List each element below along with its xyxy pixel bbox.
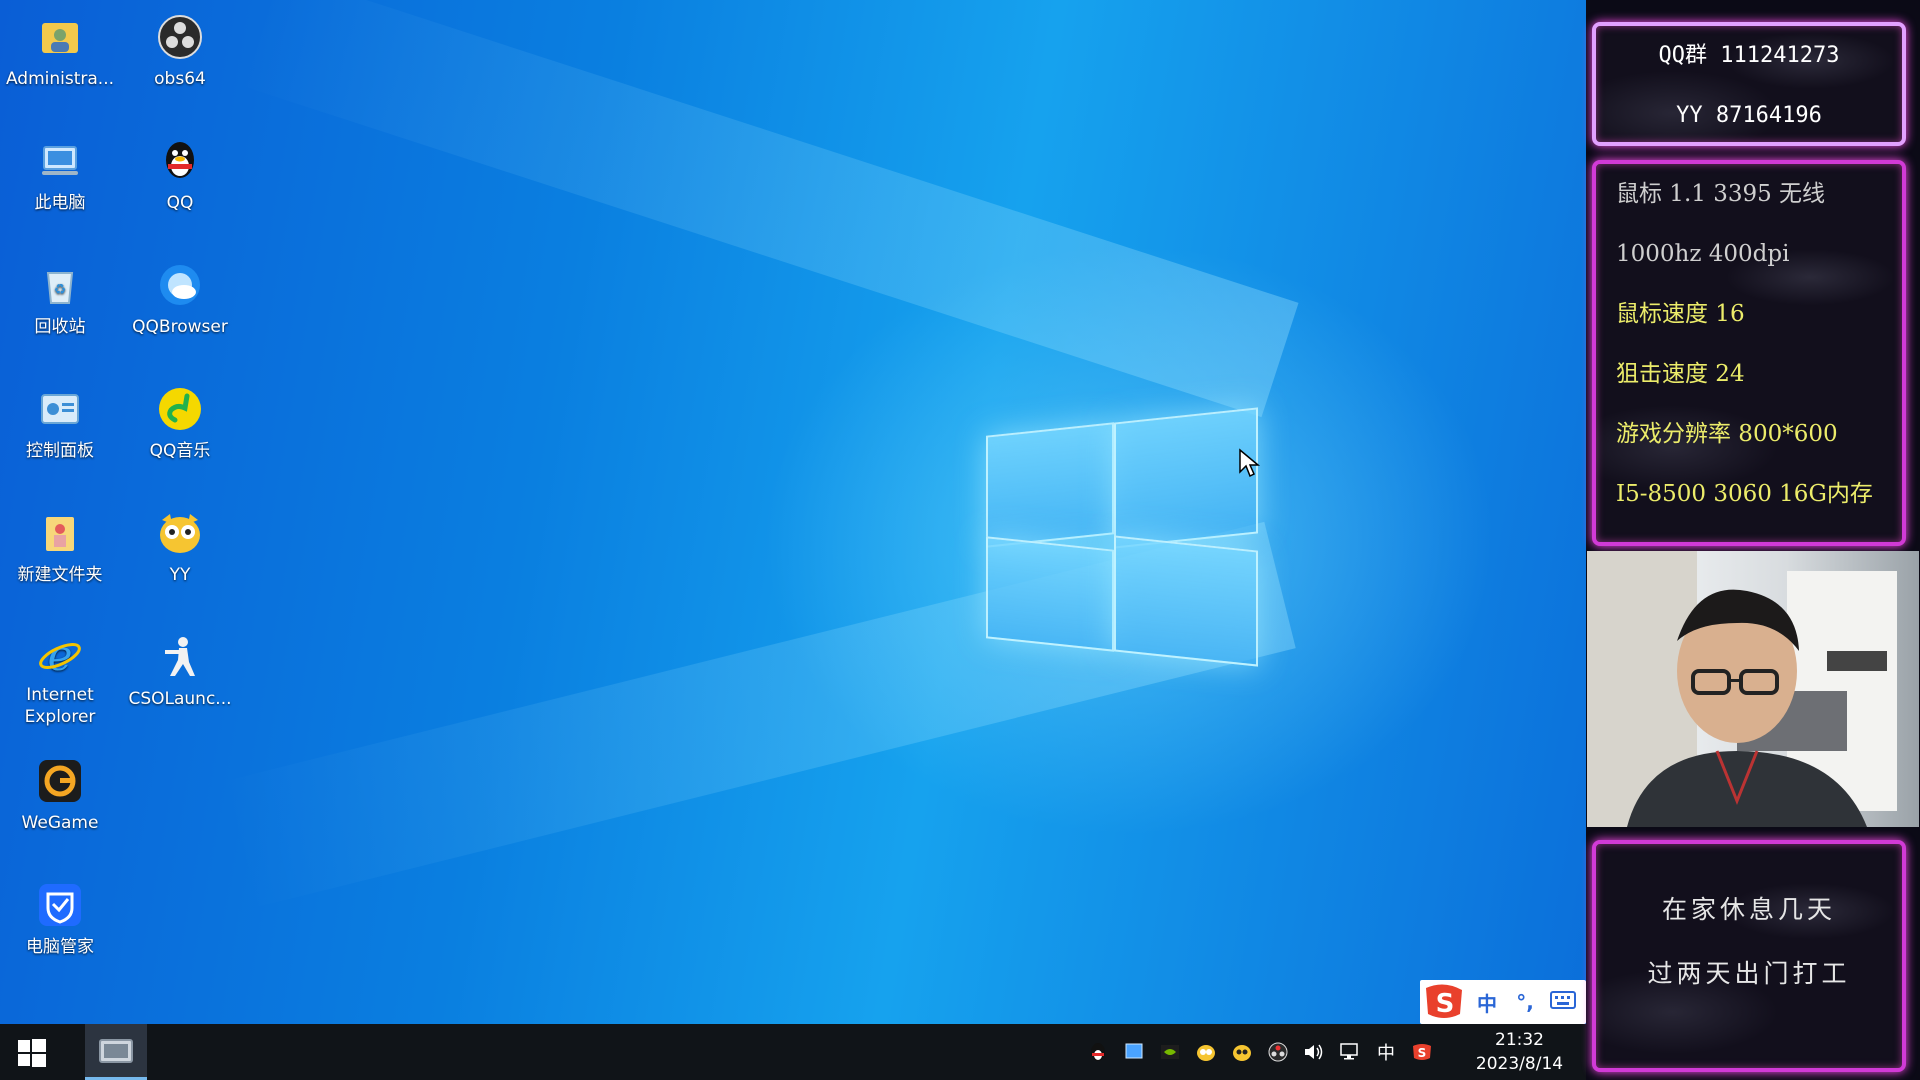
spec-line: 游戏分辨率 800*600 <box>1616 421 1838 447</box>
desktop-icon-administrator[interactable]: Administra... <box>0 4 120 104</box>
message-line: 在家休息几天 <box>1661 895 1836 924</box>
desktop: Administra... 此电脑 ♻ 回收站 控制面板 新建文件夹 e Int… <box>0 0 1586 1024</box>
spec-line: 鼠标速度 16 <box>1616 301 1745 327</box>
svg-text:S: S <box>1418 1046 1427 1060</box>
yy-tray-icon[interactable] <box>1227 1037 1257 1067</box>
pc-manager-icon <box>35 880 85 930</box>
taskbar-app-button[interactable] <box>85 1024 147 1080</box>
desktop-icon-yy[interactable]: YY <box>120 500 240 600</box>
input-language-indicator[interactable]: 中 <box>1371 1037 1401 1067</box>
display-tray-icon[interactable] <box>1119 1037 1149 1067</box>
qq-music-icon <box>155 384 205 434</box>
qq-tray-icon[interactable] <box>1083 1037 1113 1067</box>
spec-line: 鼠标 1.1 3395 无线 <box>1616 181 1826 207</box>
volume-icon[interactable] <box>1299 1037 1329 1067</box>
contact-panel: QQ群 111241273 YY 87164196 <box>1592 22 1906 146</box>
pc-manager-tray-icon[interactable] <box>1191 1037 1221 1067</box>
light-beam <box>234 0 1299 418</box>
control-panel-icon <box>35 384 85 434</box>
desktop-icon-recycle-bin[interactable]: ♻ 回收站 <box>0 252 120 352</box>
ime-mode-toggle[interactable]: 中 <box>1468 988 1506 1017</box>
cso-launcher-icon <box>155 632 205 682</box>
windows-start-icon[interactable] <box>18 1039 46 1067</box>
spec-line: 1000hz 400dpi <box>1616 241 1790 267</box>
recycle-bin-icon: ♻ <box>35 260 85 310</box>
clock-time: 21:32 <box>1495 1030 1544 1050</box>
taskbar-clock[interactable]: 21:32 2023/8/14 <box>1462 1028 1577 1076</box>
user-folder-icon <box>35 12 85 62</box>
message-line: 过两天出门打工 <box>1647 959 1851 988</box>
clock-date: 2023/8/14 <box>1475 1054 1564 1074</box>
keyboard-icon[interactable] <box>1544 990 1582 1015</box>
internet-explorer-icon: e <box>35 632 85 678</box>
mouse-cursor-icon <box>1239 448 1261 478</box>
desktop-icon-internet-explorer[interactable]: e Internet Explorer <box>0 624 120 727</box>
svg-text:S: S <box>1436 989 1455 1019</box>
yy-channel-text: YY 87164196 <box>1676 103 1822 128</box>
obs-tray-icon[interactable] <box>1263 1037 1293 1067</box>
ime-toolbar[interactable]: S 中 °, <box>1420 980 1586 1024</box>
desktop-icon-qq[interactable]: QQ <box>120 128 240 228</box>
desktop-icon-obs64[interactable]: obs64 <box>120 4 240 104</box>
qq-penguin-icon <box>155 136 205 186</box>
spec-line: I5-8500 3060 16G内存 <box>1616 481 1873 507</box>
desktop-icon-this-pc[interactable]: 此电脑 <box>0 128 120 228</box>
yy-icon <box>155 508 205 558</box>
wegame-icon <box>35 756 85 806</box>
obs-window-icon <box>99 1038 133 1063</box>
sogou-ime-icon[interactable]: S <box>1422 982 1468 1022</box>
message-panel: 在家休息几天 过两天出门打工 <box>1592 840 1906 1072</box>
desktop-icon-qq-music[interactable]: QQ音乐 <box>120 376 240 476</box>
desktop-icon-pc-manager[interactable]: 电脑管家 <box>0 872 120 972</box>
desktop-icon-qqbrowser[interactable]: QQBrowser <box>120 252 240 352</box>
qq-browser-icon <box>155 260 205 310</box>
obs-icon <box>155 12 205 62</box>
svg-text:e: e <box>48 632 73 678</box>
qq-group-text: QQ群 111241273 <box>1658 43 1840 68</box>
desktop-icon-wegame[interactable]: WeGame <box>0 748 120 848</box>
desktop-icon-new-folder[interactable]: 新建文件夹 <box>0 500 120 600</box>
svg-text:♻: ♻ <box>54 282 67 298</box>
system-tray: 中 S <box>1080 1024 1440 1080</box>
windows-logo-wallpaper <box>980 405 1280 675</box>
computer-icon <box>35 136 85 186</box>
desktop-icon-control-panel[interactable]: 控制面板 <box>0 376 120 476</box>
folder-icon <box>35 508 85 558</box>
webcam-feed <box>1587 551 1919 827</box>
taskbar: 中 S 21:32 2023/8/14 <box>0 1024 1586 1080</box>
ime-punctuation-toggle[interactable]: °, <box>1506 990 1544 1014</box>
sogou-tray-icon[interactable]: S <box>1407 1037 1437 1067</box>
spec-line: 狙击速度 24 <box>1616 361 1745 387</box>
network-icon[interactable] <box>1335 1037 1365 1067</box>
specs-panel: 鼠标 1.1 3395 无线 1000hz 400dpi 鼠标速度 16 狙击速… <box>1592 160 1906 546</box>
desktop-icon-csolauncher[interactable]: CSOLaunc... <box>120 624 240 724</box>
nvidia-tray-icon[interactable] <box>1155 1037 1185 1067</box>
